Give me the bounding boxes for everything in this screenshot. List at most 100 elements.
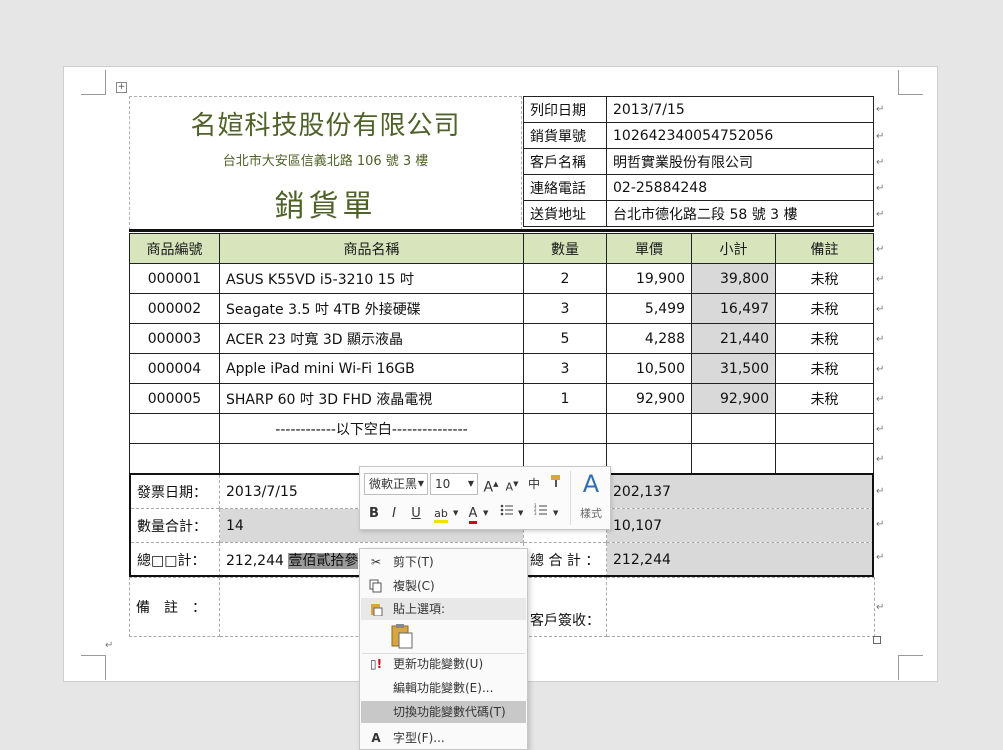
cell-name[interactable]: Seagate 3.5 吋 4TB 外接硬碟 [219,293,524,324]
info-value[interactable]: 02-25884248 [606,174,874,201]
scissors-icon: ✂ [370,555,382,569]
pretax-value[interactable]: 202,137 [606,474,874,509]
cell-price[interactable]: 19,900 [606,263,692,294]
cell-remark[interactable]: 未稅 [775,383,874,414]
chevron-down-icon[interactable]: ▼ [468,474,474,494]
underline-button[interactable]: U [408,503,424,525]
font-size-box[interactable]: 10 ▼ [430,473,478,495]
total-value[interactable]: 212,244 [606,542,874,577]
cell-subtotal[interactable]: 21,440 [691,323,776,354]
qty-total-label: 數量合計： [130,508,220,543]
paste-keep-text-icon[interactable] [390,623,414,649]
font-name-box[interactable]: 微軟正黑 ▼ [364,473,428,495]
highlight-button[interactable]: ab [430,503,452,525]
table-resize-handle[interactable] [873,636,881,644]
cell-qty[interactable] [523,413,607,444]
col-header-name: 商品名稱 [219,233,524,264]
cell-subtotal[interactable]: 39,800 [691,263,776,294]
menu-item-font[interactable]: A 字型(F)... [361,727,526,749]
menu-item-update-field[interactable]: ▯! 更新功能變數(U) [361,653,526,675]
chevron-down-icon[interactable]: ▼ [418,474,424,494]
toolbar-separator [570,471,571,525]
menu-item-cut[interactable]: ✂ 剪下(T) [361,551,526,573]
info-value[interactable]: 明哲實業股份有限公司 [606,148,874,175]
chevron-down-icon[interactable]: ▼ [553,509,558,517]
cell-code[interactable] [129,413,220,444]
chevron-down-icon[interactable]: ▼ [518,509,523,517]
crop-mark-top-left [81,70,106,95]
cell-remark[interactable] [775,443,874,474]
total-label: 總 合 計 ： [523,542,607,577]
cell-remark[interactable] [775,413,874,444]
cell-qty[interactable]: 5 [523,323,607,354]
cell-name[interactable]: Apple iPad mini Wi-Fi 16GB [219,353,524,384]
cell-code[interactable]: 000004 [129,353,220,384]
info-value[interactable]: 台北市德化路二段 58 號 3 樓 [606,200,874,227]
cell-qty[interactable]: 3 [523,293,607,324]
blank-line-text[interactable]: ------------以下空白--------------- [219,413,524,444]
sign-value[interactable] [606,577,875,637]
cell-price[interactable]: 5,499 [606,293,692,324]
cell-subtotal[interactable]: 31,500 [691,353,776,384]
info-row: 列印日期 2013/7/15 [523,96,874,123]
cell-subtotal[interactable] [691,443,776,474]
cell-subtotal[interactable] [691,413,776,444]
tax-value[interactable]: 10,107 [606,508,874,543]
cell-code[interactable] [129,443,220,474]
chevron-down-icon[interactable]: ▼ [483,509,488,517]
cell-name[interactable]: SHARP 60 吋 3D FHD 液晶電視 [219,383,524,414]
shrink-font-button[interactable]: A▼ [503,473,521,495]
menu-item-paste-options: 貼上選項: [361,598,526,620]
info-value[interactable]: 102642340054752056 [606,122,874,149]
font-color-button[interactable]: A [464,503,482,525]
company-name: 名媗科技股份有限公司 [190,111,461,141]
paste-icon [367,598,385,623]
table-move-handle-icon[interactable]: + [116,82,127,93]
cell-remark[interactable]: 未稅 [775,263,874,294]
menu-item-copy[interactable]: 複製(C) [361,575,526,597]
items-header-row: 商品編號 商品名稱 數量 單價 小計 備註 [129,233,874,264]
cell-qty[interactable]: 1 [523,383,607,414]
chevron-down-icon[interactable]: ▼ [453,509,458,517]
cell-price[interactable]: 92,900 [606,383,692,414]
grow-font-button[interactable]: A▲ [482,473,500,496]
cell-qty[interactable]: 2 [523,263,607,294]
format-painter-icon[interactable] [546,473,566,495]
paragraph-mark: ↵ [876,394,885,405]
paragraph-mark: ↵ [876,183,885,194]
phonetic-guide-button[interactable]: 中 [524,473,544,495]
menu-item-edit-field[interactable]: 編輯功能變數(E)... [361,677,526,699]
cell-qty[interactable]: 3 [523,353,607,384]
styles-icon[interactable]: A [574,470,608,498]
cell-code[interactable]: 000003 [129,323,220,354]
bold-button[interactable]: B [366,503,382,525]
grand-total-words-selected[interactable]: 壹佰貳拾參 [288,552,359,569]
font-icon: A [371,731,381,745]
cell-price[interactable] [606,443,692,474]
copy-icon [367,575,385,600]
cell-code[interactable]: 000001 [129,263,220,294]
paragraph-mark: ↵ [876,454,885,465]
info-value[interactable]: 2013/7/15 [606,96,874,123]
cell-remark[interactable]: 未稅 [775,293,874,324]
cell-price[interactable]: 10,500 [606,353,692,384]
cell-price[interactable]: 4,288 [606,323,692,354]
cell-remark[interactable]: 未稅 [775,353,874,384]
cell-remark[interactable]: 未稅 [775,323,874,354]
cell-subtotal[interactable]: 16,497 [691,293,776,324]
paragraph-mark: ↵ [876,552,885,563]
numbering-icon[interactable]: 123 [532,503,550,525]
styles-label[interactable]: 樣式 [574,503,608,525]
cell-price[interactable] [606,413,692,444]
italic-button[interactable]: I [386,503,402,525]
cell-code[interactable]: 000005 [129,383,220,414]
paragraph-mark: ↵ [876,364,885,375]
cell-code[interactable]: 000002 [129,293,220,324]
cell-name[interactable]: ACER 23 吋寬 3D 顯示液晶 [219,323,524,354]
bullets-icon[interactable] [498,503,516,525]
menu-item-toggle-field-codes[interactable]: 切換功能變數代碼(T) [361,701,526,723]
cell-subtotal[interactable]: 92,900 [691,383,776,414]
grand-total-label: 總□□計： [130,542,220,577]
cell-name[interactable]: ASUS K55VD i5-3210 15 吋 [219,263,524,294]
svg-text:3: 3 [534,511,537,516]
